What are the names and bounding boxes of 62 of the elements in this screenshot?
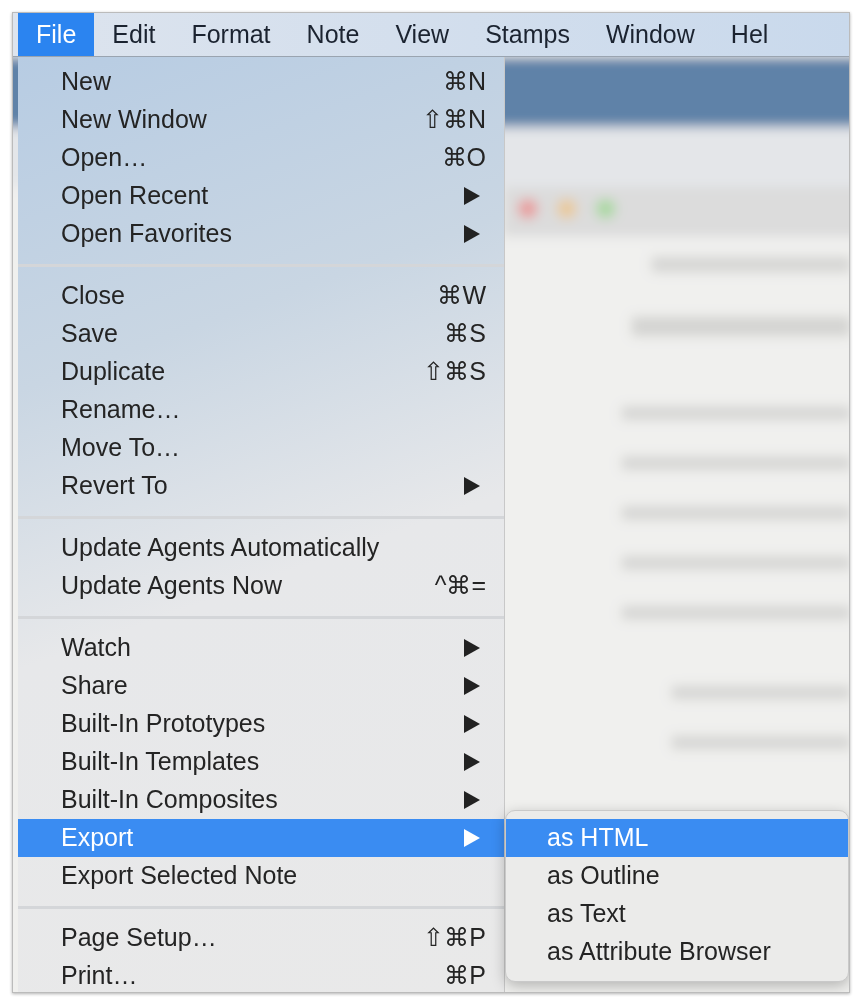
keyboard-shortcut: ⌘W [437, 280, 486, 312]
menu-item[interactable]: Move To… [18, 429, 504, 467]
menu-item[interactable]: Save ⌘S [18, 315, 504, 353]
menu-item[interactable]: Watch [18, 629, 504, 667]
menu-item-label: Save [61, 318, 119, 350]
menu-item[interactable]: New Window ⇧⌘N [18, 101, 504, 139]
keyboard-shortcut: ⌘O [441, 142, 486, 174]
menu-item[interactable]: Page Setup… ⇧⌘P [18, 919, 504, 957]
menu-bar-item[interactable]: Hel [712, 13, 787, 56]
keyboard-shortcut: ⇧⌘S [423, 356, 486, 388]
menu-item-label: Built-In Templates [61, 746, 261, 778]
menu-bar-item[interactable]: Stamps [467, 13, 588, 56]
menu-bar-item[interactable]: Note [288, 13, 378, 56]
menu-item[interactable]: Update Agents Automatically [18, 529, 504, 567]
menu-bar-item[interactable]: Window [587, 13, 713, 56]
submenu-item[interactable]: as Text [506, 895, 848, 933]
menu-item-label: Built-In Prototypes [61, 708, 267, 740]
keyboard-shortcut: ⇧⌘N [421, 104, 486, 136]
menu-bar-item[interactable]: Format [173, 13, 289, 56]
menu-item-label: Open… [61, 142, 149, 174]
submenu-item[interactable]: as Attribute Browser [506, 933, 848, 971]
menu-item-label: Page Setup… [61, 922, 218, 954]
menu-item[interactable]: Open Recent [18, 177, 504, 215]
menu-item-label: Duplicate [61, 356, 167, 388]
menu-item[interactable]: Update Agents Now ^⌘= [18, 567, 504, 605]
menu-item-label: Open Favorites [61, 218, 233, 250]
menu-item-label: Export [61, 822, 135, 854]
menu-item[interactable]: Duplicate ⇧⌘S [18, 353, 504, 391]
menu-item[interactable]: Built-In Templates [18, 743, 504, 781]
menu-item[interactable]: Revert To [18, 467, 504, 505]
menu-item-label: Close [61, 280, 126, 312]
menu-item-label: Update Agents Automatically [61, 532, 381, 564]
menu-item[interactable]: Share [18, 667, 504, 705]
menu-item[interactable]: Print… ⌘P [18, 957, 504, 992]
menu-item-label: Export Selected Note [61, 860, 299, 892]
menu-item[interactable]: Rename… [18, 391, 504, 429]
menu-item[interactable]: New ⌘N [18, 63, 504, 101]
menu-item-label: Rename… [61, 394, 182, 426]
menu-item[interactable]: Open… ⌘O [18, 139, 504, 177]
menu-item-label: Built-In Composites [61, 784, 279, 816]
menu-item-label: Print… [61, 960, 139, 992]
menu-item-label: Share [61, 670, 129, 702]
menu-item-label: Watch [61, 632, 132, 664]
menu-bar-item[interactable]: File [18, 13, 95, 56]
menu-item[interactable]: Close ⌘W [18, 277, 504, 315]
menu-item-label: Revert To [61, 470, 169, 502]
menu-item[interactable]: Export Selected Note [18, 857, 504, 895]
keyboard-shortcut: ⌘S [444, 318, 486, 350]
menu-item[interactable]: Open Favorites [18, 215, 504, 253]
menu-bar-item[interactable]: View [377, 13, 468, 56]
keyboard-shortcut: ⇧⌘P [423, 922, 486, 954]
menu-item-label: Update Agents Now [61, 570, 283, 602]
keyboard-shortcut: ⌘N [442, 66, 486, 98]
menu-item[interactable]: Built-In Prototypes [18, 705, 504, 743]
menu-bar-item[interactable]: Edit [94, 13, 174, 56]
submenu-item[interactable]: as Outline [506, 857, 848, 895]
keyboard-shortcut: ⌘P [444, 960, 486, 992]
menu-item-label: Open Recent [61, 180, 210, 212]
menu-item-label: New Window [61, 104, 208, 136]
keyboard-shortcut: ^⌘= [434, 570, 486, 602]
menu-item-label: New [61, 66, 112, 98]
menu-item-label: Move To… [61, 432, 182, 464]
